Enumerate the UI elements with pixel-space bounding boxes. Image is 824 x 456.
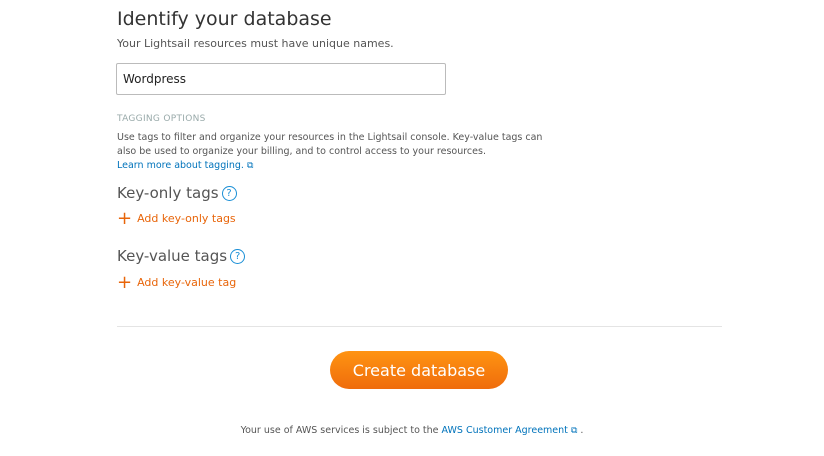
aws-customer-agreement-link[interactable]: AWS Customer Agreement ⧉ (442, 425, 578, 436)
help-icon[interactable]: ? (230, 249, 246, 264)
footer: Your use of AWS services is subject to t… (0, 425, 824, 436)
plus-icon: + (117, 208, 133, 229)
database-name-input[interactable] (116, 63, 446, 95)
add-key-only-tags-button[interactable]: + Add key-only tags (117, 208, 236, 229)
learn-more-tagging-link[interactable]: Learn more about tagging. ⧉ (117, 160, 253, 171)
learn-more-text: Learn more about tagging. (117, 160, 244, 171)
add-key-value-label: Add key-value tag (137, 276, 237, 289)
help-icon[interactable]: ? (221, 186, 237, 201)
tagging-options-label: TAGGING OPTIONS (117, 114, 206, 124)
key-only-tags-heading: Key-only tags? (117, 184, 237, 202)
add-key-value-tag-button[interactable]: + Add key-value tag (117, 272, 236, 293)
subtitle: Your Lightsail resources must have uniqu… (117, 37, 394, 50)
divider (117, 326, 722, 327)
external-link-icon: ⧉ (570, 426, 578, 436)
add-key-only-label: Add key-only tags (137, 212, 236, 225)
footer-text: Your use of AWS services is subject to t… (240, 425, 439, 436)
plus-icon: + (117, 272, 133, 293)
agreement-link-text: AWS Customer Agreement (441, 425, 568, 436)
tagging-description-text: Use tags to filter and organize your res… (117, 132, 543, 157)
tagging-description: Use tags to filter and organize your res… (117, 131, 547, 173)
create-database-button[interactable]: Create database (330, 351, 508, 389)
key-value-heading-text: Key-value tags (117, 247, 228, 265)
page-title: Identify your database (117, 8, 332, 30)
key-only-heading-text: Key-only tags (117, 184, 219, 202)
key-value-tags-heading: Key-value tags? (117, 247, 246, 265)
external-link-icon: ⧉ (246, 161, 254, 171)
footer-period: . (580, 425, 584, 436)
